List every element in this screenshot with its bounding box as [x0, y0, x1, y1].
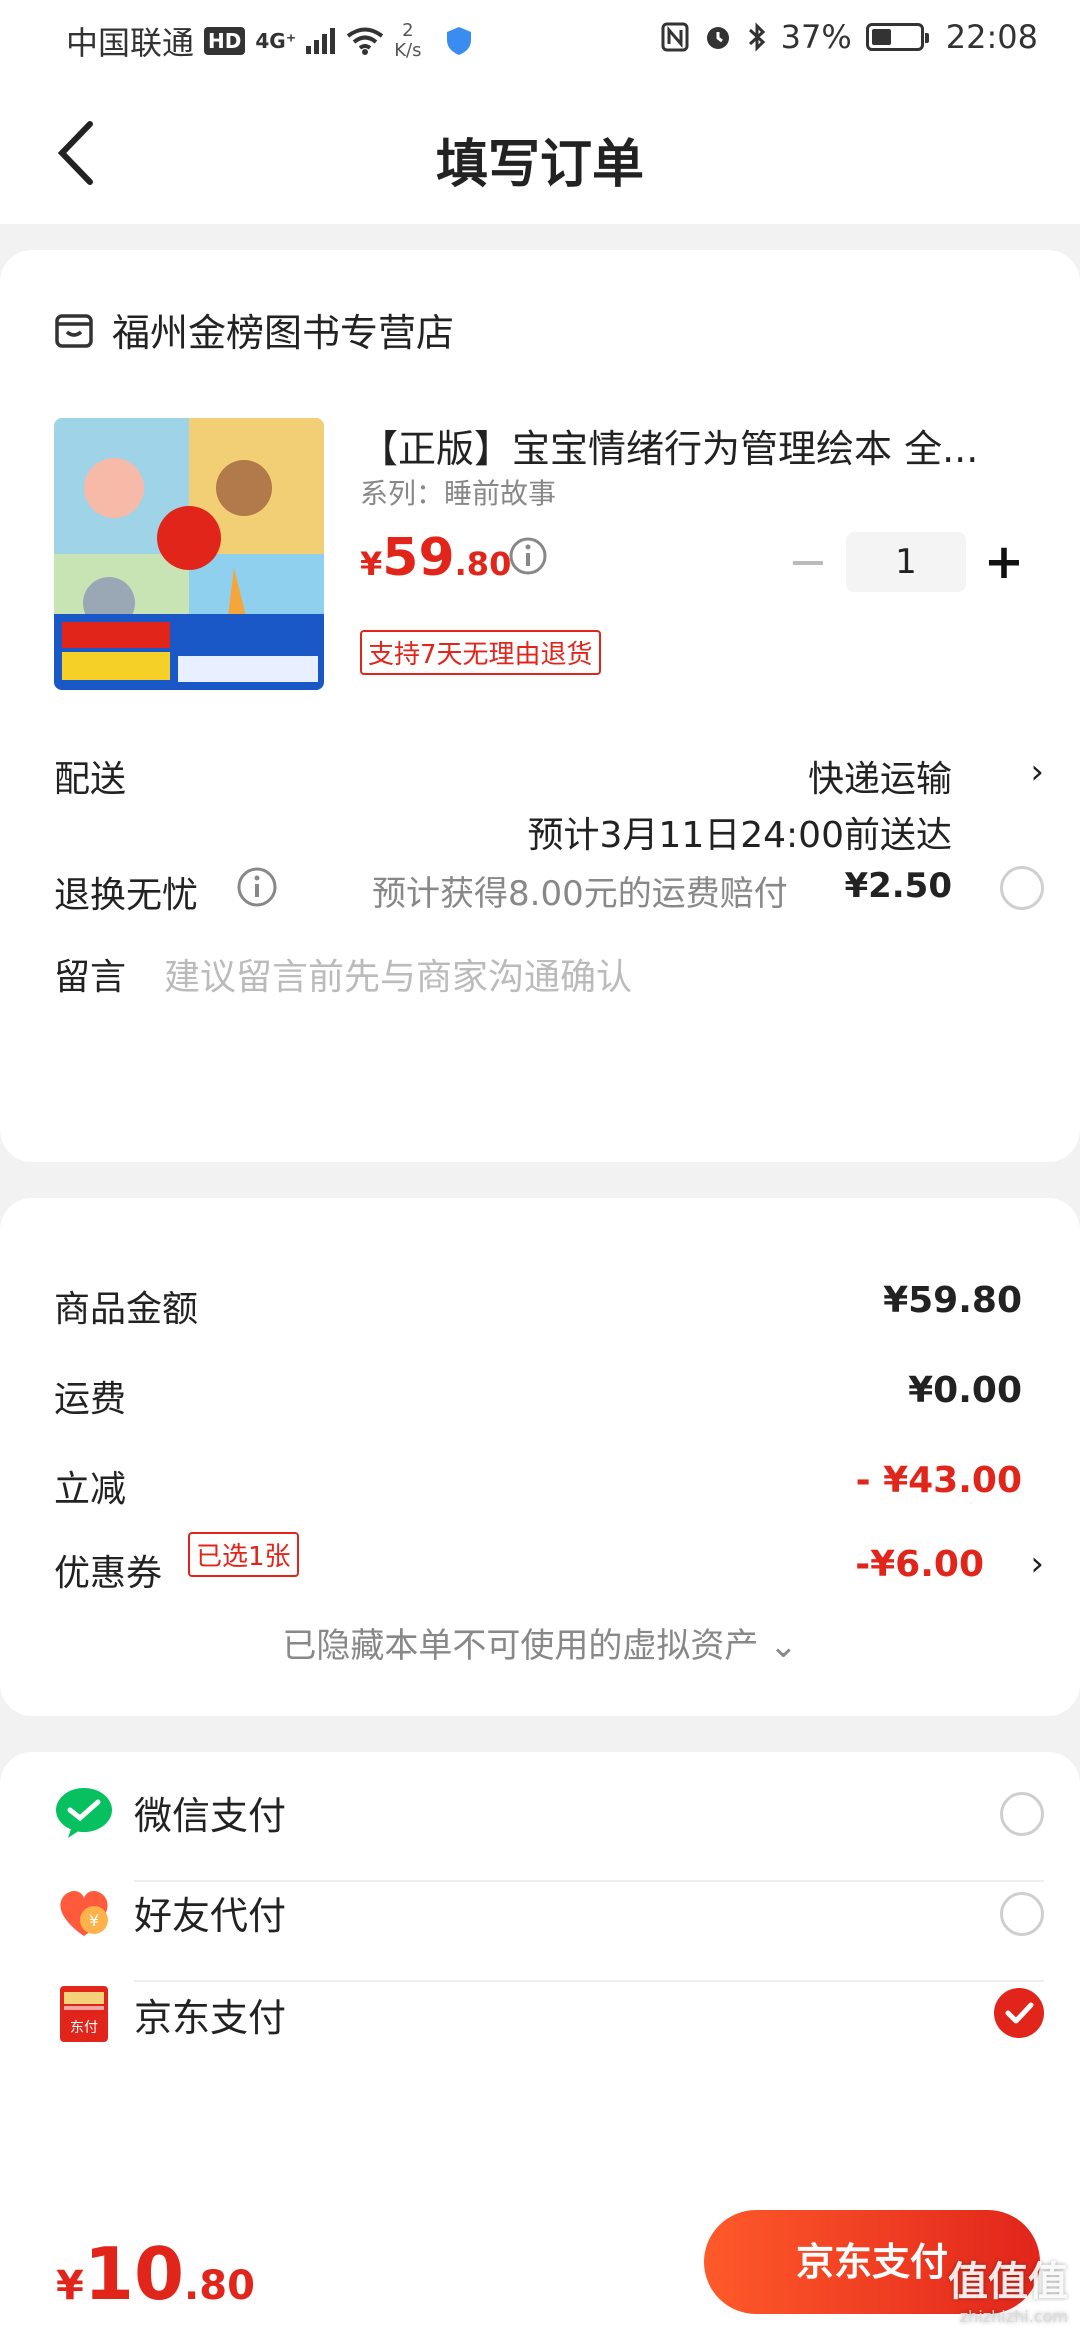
bluetooth-icon	[748, 22, 765, 52]
discount-label: 立减	[54, 1469, 127, 1510]
payment-method-jd[interactable]: 东付 京东支付	[54, 1984, 286, 2044]
wechat-pay-label: 微信支付	[134, 1793, 287, 1838]
order-summary-card: 商品金额 ¥59.80 运费 ¥0.00 立减 - ¥43.00 优惠券 已选1…	[0, 1198, 1080, 1716]
bottom-bar: ¥10.80 京东支付 值值值 zhizhizhi.com	[0, 2192, 1080, 2340]
friend-pay-radio[interactable]	[1000, 1892, 1044, 1936]
coupon-value[interactable]: -¥6.00	[855, 1544, 984, 1585]
price-integer: 59	[382, 528, 455, 588]
total-symbol: ¥	[56, 2263, 84, 2309]
battery-icon	[865, 23, 929, 51]
quantity-plus-button[interactable]: +	[976, 534, 1032, 590]
total-integer: 10	[83, 2232, 185, 2316]
worry-free-info-icon[interactable]	[236, 866, 278, 908]
watermark-text: 值值值	[948, 2259, 1068, 2305]
wifi-icon	[347, 27, 384, 55]
coupon-selected-tag[interactable]: 已选1张	[188, 1532, 299, 1577]
clock: 22:08	[945, 18, 1038, 56]
worry-free-radio[interactable]	[1000, 866, 1044, 910]
shield-icon	[446, 27, 471, 55]
wechat-pay-icon	[56, 1788, 112, 1838]
watermark-url: zhizhizhi.com	[959, 2307, 1068, 2326]
wechat-pay-radio[interactable]	[1000, 1792, 1044, 1836]
signal-type: 4G⁺	[255, 29, 297, 53]
goods-amount-label: 商品金额	[54, 1289, 199, 1330]
total-price: ¥10.80	[56, 2232, 255, 2316]
return-policy-tag: 支持7天无理由退货	[360, 630, 601, 675]
friend-pay-label: 好友代付	[134, 1893, 287, 1938]
payment-method-wechat[interactable]: 微信支付	[54, 1782, 286, 1842]
svg-text:东付: 东付	[70, 2020, 98, 2036]
svg-text:¥: ¥	[89, 1911, 99, 1930]
goods-amount-value: ¥59.80	[883, 1280, 1022, 1321]
jd-pay-icon: 东付	[60, 1986, 108, 2042]
delivery-eta: 预计3月11日24:00前送达	[527, 815, 952, 856]
price-info-icon[interactable]	[508, 536, 548, 576]
quantity-input[interactable]: 1	[846, 532, 966, 592]
carrier-name: 中国联通	[66, 24, 195, 62]
alarm-icon	[706, 27, 729, 49]
hidden-assets-toggle[interactable]: 已隐藏本单不可使用的虚拟资产 ⌄	[0, 1618, 1080, 1667]
worry-free-price: ¥2.50	[844, 866, 952, 906]
store-header[interactable]: 福州金榜图书专营店	[54, 302, 454, 357]
coupon-label[interactable]: 优惠券	[54, 1544, 162, 1596]
net-speed: 2 K/s	[394, 21, 421, 61]
shipping-label: 运费	[54, 1379, 127, 1420]
jd-pay-label: 京东支付	[134, 1995, 287, 2040]
delivery-chevron-icon[interactable]: ›	[1030, 752, 1044, 792]
worry-free-label: 退换无忧	[54, 875, 199, 916]
nfc-icon	[661, 22, 689, 52]
price-symbol: ¥	[360, 545, 383, 583]
status-bar: 中国联通 HD 4G⁺ 2 K/s 37% 22:08	[0, 0, 1080, 80]
jd-pay-radio[interactable]	[994, 1988, 1044, 2038]
nav-bar: 填写订单	[0, 80, 1080, 224]
total-decimal: .80	[184, 2263, 255, 2309]
shipping-value: ¥0.00	[908, 1370, 1022, 1411]
net-speed-value: 2	[402, 20, 414, 41]
hd-badge: HD	[204, 27, 246, 55]
divider	[134, 1980, 1044, 1982]
delivery-method[interactable]: 快递运输	[808, 750, 952, 802]
product-image[interactable]	[54, 418, 324, 690]
product-price: ¥59.80	[360, 528, 511, 588]
delivery-label: 配送	[54, 759, 127, 800]
worry-free-text: 预计获得8.00元的运费赔付	[372, 874, 788, 914]
payment-method-friend[interactable]: ¥ 好友代付	[54, 1882, 286, 1942]
quantity-minus-button[interactable]: −	[780, 534, 836, 590]
battery-percent: 37%	[780, 18, 852, 56]
coupon-chevron-icon[interactable]: ›	[1030, 1544, 1044, 1584]
quantity-stepper: − 1 +	[780, 532, 1032, 592]
note-label: 留言	[54, 957, 127, 998]
store-name: 福州金榜图书专营店	[112, 311, 455, 355]
price-decimal: .80	[454, 545, 512, 583]
page-title: 填写订单	[435, 135, 644, 195]
product-title[interactable]: 【正版】宝宝情绪行为管理绘本 全...	[360, 418, 1000, 473]
friend-pay-icon: ¥	[60, 1891, 108, 1936]
check-icon	[1005, 2002, 1034, 2024]
store-icon	[55, 313, 93, 348]
signal-strength-icon	[306, 28, 336, 54]
note-input[interactable]: 建议留言前先与商家沟通确认	[164, 948, 632, 1000]
discount-value: - ¥43.00	[855, 1460, 1022, 1501]
watermark: 值值值 zhizhizhi.com	[948, 2249, 1068, 2326]
net-speed-unit: K/s	[394, 40, 422, 61]
product-series[interactable]: 系列：睡前故事	[360, 472, 556, 512]
store-card: 福州金榜图书专营店 【正版】宝宝情绪行为管理绘本 全... 系列：睡前故事 ¥5…	[0, 250, 1080, 1162]
